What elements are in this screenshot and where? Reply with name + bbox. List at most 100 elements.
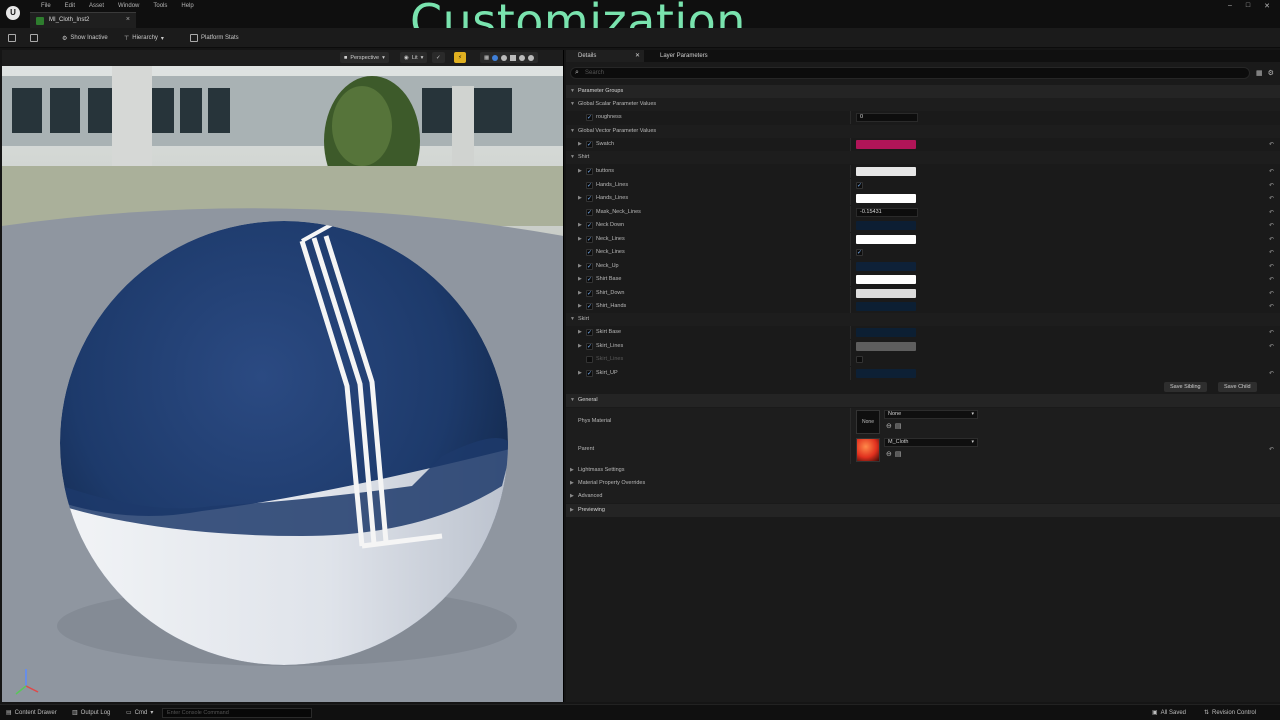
override-checkbox[interactable]: ✓ bbox=[586, 195, 593, 202]
override-checkbox[interactable]: ✓ bbox=[586, 222, 593, 229]
reset-to-default-icon[interactable]: ↶ bbox=[1269, 263, 1274, 270]
phys-material-thumbnail[interactable]: None bbox=[856, 410, 880, 434]
save-child-button[interactable]: Save Child bbox=[1218, 382, 1257, 392]
reset-to-default-icon[interactable]: ↶ bbox=[1269, 290, 1274, 297]
value-checkbox[interactable]: ✓ bbox=[856, 356, 863, 363]
grid-icon[interactable]: ▦ bbox=[484, 55, 489, 61]
expand-arrow-icon[interactable]: ▶ bbox=[578, 236, 582, 242]
cmd-button[interactable]: ▭ Cmd ▾ bbox=[126, 709, 153, 717]
sphere-shape-icon[interactable] bbox=[492, 54, 499, 61]
plane-shape-icon[interactable] bbox=[519, 54, 526, 61]
scalar-value-field[interactable]: -0.15431 bbox=[856, 207, 918, 217]
reset-to-default-icon[interactable]: ↶ bbox=[1269, 303, 1274, 310]
reset-to-default-icon[interactable]: ↶ bbox=[1269, 343, 1274, 350]
color-swatch[interactable] bbox=[856, 275, 916, 284]
use-selected-icon[interactable]: ▤ bbox=[895, 450, 902, 458]
parent-material-thumbnail[interactable] bbox=[856, 438, 880, 462]
show-flags-button[interactable]: ✓ bbox=[432, 52, 445, 63]
color-swatch[interactable] bbox=[856, 341, 916, 351]
menu-help[interactable]: Help bbox=[174, 2, 200, 10]
material-preview-viewport[interactable]: ■ Perspective ▾ ◉ Lit ▾ ✓ ⚡ ▦ bbox=[2, 50, 564, 702]
hierarchy-button[interactable]: ⊤ Hierarchy ▾ bbox=[124, 32, 164, 44]
menu-file[interactable]: File bbox=[34, 2, 58, 10]
expand-arrow-icon[interactable]: ▶ bbox=[578, 276, 582, 282]
table-view-icon[interactable]: ▦ bbox=[1256, 69, 1263, 77]
close-icon[interactable]: ✕ bbox=[635, 52, 640, 59]
color-swatch[interactable] bbox=[856, 328, 916, 337]
settings-gear-icon[interactable]: ⚙ bbox=[1268, 69, 1274, 77]
realtime-toggle[interactable]: ⚡ bbox=[454, 52, 466, 63]
category-general[interactable]: ▼ General bbox=[566, 394, 1280, 407]
show-inactive-button[interactable]: ⚙ Show Inactive bbox=[62, 32, 108, 44]
color-swatch[interactable] bbox=[856, 288, 916, 298]
color-swatch[interactable] bbox=[856, 368, 916, 378]
minimize-icon[interactable]: – bbox=[1228, 2, 1232, 10]
revision-control-button[interactable]: ⇅ Revision Control bbox=[1204, 709, 1256, 717]
override-checkbox[interactable]: ✓ bbox=[586, 114, 593, 121]
color-swatch[interactable] bbox=[856, 167, 916, 176]
all-saved-button[interactable]: ▣ All Saved bbox=[1152, 709, 1186, 717]
mesh-shape-icon[interactable] bbox=[528, 54, 535, 61]
override-checkbox[interactable]: ✓ bbox=[586, 208, 593, 216]
cube-shape-icon[interactable] bbox=[510, 54, 517, 61]
category-advanced[interactable]: ▶ Advanced bbox=[566, 490, 1280, 503]
swatch-color-block[interactable] bbox=[856, 140, 916, 149]
details-search-box[interactable]: ⌕ Search bbox=[570, 67, 1250, 79]
expand-arrow-icon[interactable]: ▶ bbox=[578, 329, 582, 335]
expand-arrow-icon[interactable]: ▶ bbox=[578, 222, 582, 228]
reset-to-default-icon[interactable]: ↶ bbox=[1269, 329, 1274, 336]
console-command-input[interactable]: Enter Console Command bbox=[162, 708, 312, 718]
override-checkbox[interactable]: ✓ bbox=[586, 276, 593, 283]
save-sibling-button[interactable]: Save Sibling bbox=[1164, 382, 1207, 392]
menu-edit[interactable]: Edit bbox=[58, 2, 82, 10]
override-checkbox[interactable]: ✓ bbox=[586, 168, 593, 175]
close-tab-icon[interactable]: × bbox=[126, 16, 130, 23]
value-checkbox[interactable]: ✓ bbox=[856, 181, 863, 189]
override-checkbox[interactable]: ✓ bbox=[586, 289, 593, 297]
value-checkbox[interactable]: ✓ bbox=[856, 249, 863, 256]
reset-to-default-icon[interactable]: ↶ bbox=[1269, 222, 1274, 229]
output-log-button[interactable]: ▥ Output Log bbox=[72, 709, 110, 717]
maximize-icon[interactable]: □ bbox=[1246, 2, 1250, 10]
phys-material-combo[interactable]: None ▾ bbox=[884, 410, 978, 419]
expand-arrow-icon[interactable]: ▶ bbox=[578, 263, 582, 269]
perspective-button[interactable]: ■ Perspective ▾ bbox=[340, 52, 389, 63]
reset-to-default-icon[interactable]: ↶ bbox=[1269, 249, 1274, 256]
override-checkbox[interactable]: ✓ bbox=[586, 329, 593, 336]
roughness-value-field[interactable]: 0 bbox=[856, 113, 918, 122]
cylinder-shape-icon[interactable] bbox=[501, 54, 508, 61]
group-global-vector[interactable]: ▼ Global Vector Parameter Values bbox=[566, 125, 1280, 138]
expand-arrow-icon[interactable]: ▶ bbox=[578, 303, 582, 309]
color-swatch[interactable] bbox=[856, 234, 916, 244]
unreal-logo-icon[interactable]: U bbox=[6, 6, 20, 20]
browse-asset-icon[interactable]: ⊖ bbox=[886, 422, 892, 430]
tab-layer-parameters[interactable]: Layer Parameters bbox=[648, 50, 748, 62]
menu-window[interactable]: Window bbox=[111, 2, 146, 10]
document-tab[interactable]: MI_Cloth_Inst2 × bbox=[30, 12, 136, 28]
expand-arrow-icon[interactable]: ▶ bbox=[578, 195, 582, 201]
override-checkbox[interactable]: ✓ bbox=[586, 249, 593, 256]
expand-arrow-icon[interactable]: ▶ bbox=[578, 343, 582, 349]
reset-to-default-icon[interactable]: ↶ bbox=[1269, 209, 1274, 216]
reset-to-default-icon[interactable]: ↶ bbox=[1269, 236, 1274, 243]
color-swatch[interactable] bbox=[856, 221, 916, 230]
group-skirt[interactable]: ▼ Skirt bbox=[566, 313, 1280, 326]
override-checkbox[interactable]: ✓ bbox=[586, 303, 593, 310]
category-previewing[interactable]: ▶ Previewing bbox=[566, 504, 1280, 517]
use-selected-icon[interactable]: ▤ bbox=[895, 422, 902, 430]
menu-asset[interactable]: Asset bbox=[82, 2, 111, 10]
tab-details[interactable]: Details ✕ bbox=[566, 50, 644, 62]
menu-tools[interactable]: Tools bbox=[146, 2, 174, 10]
override-checkbox[interactable]: ✓ bbox=[586, 356, 593, 363]
save-icon[interactable] bbox=[8, 32, 16, 44]
override-checkbox[interactable]: ✓ bbox=[586, 141, 593, 148]
override-checkbox[interactable]: ✓ bbox=[586, 342, 593, 350]
expand-arrow-icon[interactable]: ▶ bbox=[578, 168, 582, 174]
platform-stats-button[interactable]: Platform Stats bbox=[190, 32, 239, 44]
expand-arrow-icon[interactable]: ▶ bbox=[578, 290, 582, 296]
override-checkbox[interactable]: ✓ bbox=[586, 369, 593, 377]
parent-combo[interactable]: M_Cloth ▾ bbox=[884, 438, 978, 447]
reset-to-default-icon[interactable]: ↶ bbox=[1269, 182, 1274, 189]
color-swatch[interactable] bbox=[856, 261, 916, 271]
content-drawer-button[interactable]: ▤ Content Drawer bbox=[6, 709, 57, 717]
